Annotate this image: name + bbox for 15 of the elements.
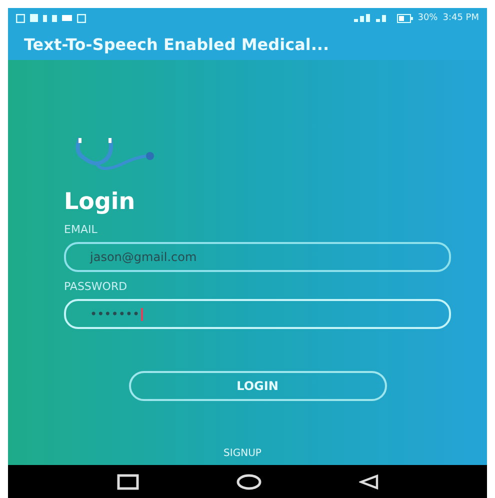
field-label: EMAIL bbox=[64, 223, 98, 236]
login-button[interactable]: LOGIN bbox=[128, 371, 386, 401]
signup-link[interactable]: SIGNUP bbox=[224, 448, 262, 459]
field-label: PASSWORD bbox=[64, 280, 128, 293]
text-cursor bbox=[140, 308, 143, 320]
clock: 3:45 PM bbox=[442, 13, 479, 23]
recents-icon[interactable] bbox=[116, 474, 138, 490]
back-icon[interactable] bbox=[358, 474, 378, 490]
battery-icon bbox=[396, 14, 413, 22]
app-title: Text-To-Speech Enabled Medical... bbox=[24, 34, 330, 54]
input-field[interactable]: ••••••• bbox=[64, 299, 451, 329]
input-field[interactable]: jason@gmail.com bbox=[64, 242, 451, 272]
login-heading: Login bbox=[64, 189, 136, 215]
battery-percentage: 30% bbox=[418, 13, 438, 23]
home-icon[interactable] bbox=[236, 474, 262, 490]
